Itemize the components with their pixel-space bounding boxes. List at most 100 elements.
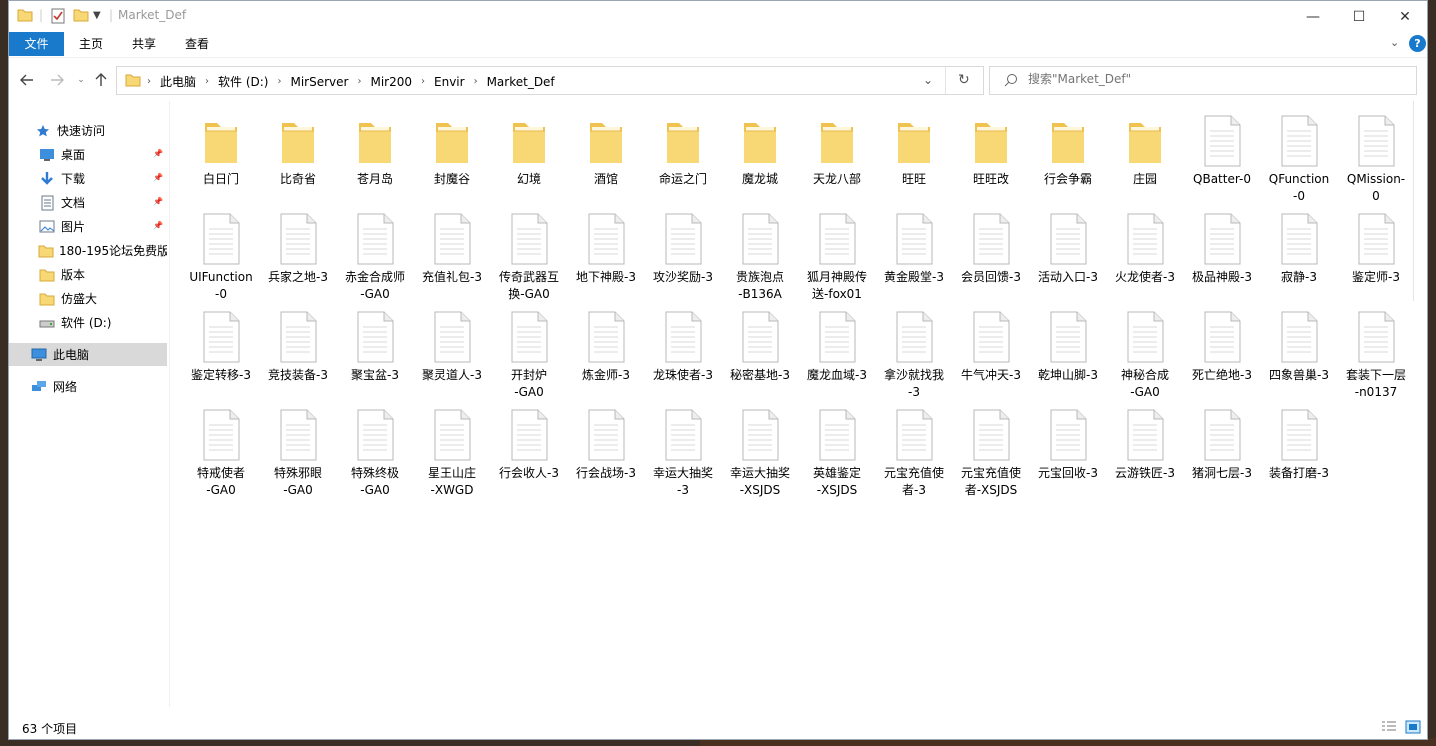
- sidebar-item[interactable]: 网络: [9, 375, 167, 398]
- file-item[interactable]: 赤金合成师 -GA0: [337, 207, 413, 303]
- chevron-right-icon[interactable]: ›: [203, 76, 211, 87]
- file-item[interactable]: 寂静-3: [1261, 207, 1337, 286]
- file-item[interactable]: 贵族泡点 -B136A: [722, 207, 798, 303]
- file-item[interactable]: 猪洞七层-3: [1184, 403, 1260, 482]
- file-item[interactable]: 地下神殿-3: [568, 207, 644, 286]
- minimize-button[interactable]: —: [1290, 1, 1336, 32]
- file-item[interactable]: 四象兽巢-3: [1261, 305, 1337, 384]
- sidebar-item[interactable]: 版本: [9, 263, 167, 286]
- folder-item[interactable]: 天龙八部: [799, 109, 875, 188]
- breadcrumb-item[interactable]: Mir200: [363, 75, 419, 89]
- tab-view[interactable]: 查看: [172, 32, 222, 56]
- folder-item[interactable]: 庄园: [1107, 109, 1183, 188]
- forward-arrow-icon[interactable]: [47, 70, 67, 90]
- file-item[interactable]: 魔龙血域-3: [799, 305, 875, 384]
- chevron-down-icon[interactable]: ⌄: [923, 73, 933, 87]
- file-item[interactable]: 云游铁匠-3: [1107, 403, 1183, 482]
- sidebar-item[interactable]: 180-195论坛免费版: [9, 239, 167, 262]
- file-item[interactable]: QBatter-0: [1184, 109, 1260, 188]
- file-item[interactable]: 幸运大抽奖 -3: [645, 403, 721, 499]
- expand-ribbon-icon[interactable]: ⌄: [1390, 36, 1399, 49]
- details-view-icon[interactable]: [1381, 720, 1397, 737]
- folder-item[interactable]: 魔龙城: [722, 109, 798, 188]
- pin-icon[interactable]: 📌: [153, 221, 163, 230]
- large-icons-view-icon[interactable]: [1405, 720, 1421, 737]
- file-item[interactable]: 炼金师-3: [568, 305, 644, 384]
- file-item[interactable]: 幸运大抽奖 -XSJDS: [722, 403, 798, 499]
- pin-icon[interactable]: 📌: [153, 173, 163, 182]
- file-item[interactable]: 拿沙就找我 -3: [876, 305, 952, 401]
- file-item[interactable]: 攻沙奖励-3: [645, 207, 721, 286]
- sidebar-item[interactable]: 图片 📌: [9, 215, 167, 238]
- file-item[interactable]: 元宝充值使 者-3: [876, 403, 952, 499]
- recent-locations-icon[interactable]: ⌄: [71, 70, 91, 90]
- file-item[interactable]: 狐月神殿传 送-fox01: [799, 207, 875, 303]
- file-item[interactable]: 乾坤山脚-3: [1030, 305, 1106, 384]
- folder-item[interactable]: 比奇省: [260, 109, 336, 188]
- maximize-button[interactable]: ☐: [1336, 1, 1382, 32]
- file-item[interactable]: 聚灵道人-3: [414, 305, 490, 384]
- file-item[interactable]: 火龙使者-3: [1107, 207, 1183, 286]
- file-item[interactable]: 开封炉 -GA0: [491, 305, 567, 401]
- pin-icon[interactable]: 📌: [153, 149, 163, 158]
- chevron-right-icon[interactable]: ›: [275, 76, 283, 87]
- breadcrumb-item[interactable]: Envir: [427, 75, 472, 89]
- sidebar-item[interactable]: 文档 📌: [9, 191, 167, 214]
- address-bar[interactable]: › 此电脑 › 软件 (D:) › MirServer › Mir200 › E…: [116, 66, 984, 95]
- folder-item[interactable]: 封魔谷: [414, 109, 490, 188]
- folder-item[interactable]: 白日门: [183, 109, 259, 188]
- sidebar-item[interactable]: 仿盛大: [9, 287, 167, 310]
- file-item[interactable]: 特殊邪眼 -GA0: [260, 403, 336, 499]
- sidebar-item[interactable]: 软件 (D:): [9, 311, 167, 334]
- chevron-right-icon[interactable]: ›: [472, 76, 480, 87]
- file-item[interactable]: 英雄鉴定 -XSJDS: [799, 403, 875, 499]
- file-item[interactable]: 星王山庄 -XWGD: [414, 403, 490, 499]
- file-item[interactable]: 会员回馈-3: [953, 207, 1029, 286]
- sidebar-item[interactable]: 快速访问: [9, 119, 167, 142]
- new-folder-icon[interactable]: [73, 8, 89, 25]
- sidebar-item[interactable]: 下载 📌: [9, 167, 167, 190]
- refresh-icon[interactable]: ↻: [958, 72, 970, 88]
- file-item[interactable]: 神秘合成 -GA0: [1107, 305, 1183, 401]
- file-item[interactable]: 死亡绝地-3: [1184, 305, 1260, 384]
- file-item[interactable]: 套装下一层 -n0137: [1338, 305, 1414, 401]
- file-item[interactable]: 秘密基地-3: [722, 305, 798, 384]
- breadcrumb-item[interactable]: MirServer: [283, 75, 355, 89]
- file-item[interactable]: 行会收人-3: [491, 403, 567, 482]
- file-item[interactable]: 元宝充值使 者-XSJDS: [953, 403, 1029, 499]
- vertical-scrollbar[interactable]: [1413, 101, 1427, 301]
- tab-file[interactable]: 文件: [9, 32, 64, 56]
- close-button[interactable]: ✕: [1382, 1, 1427, 32]
- folder-item[interactable]: 旺旺改: [953, 109, 1029, 188]
- file-item[interactable]: UIFunction -0: [183, 207, 259, 303]
- tab-share[interactable]: 共享: [119, 32, 169, 56]
- file-item[interactable]: 行会战场-3: [568, 403, 644, 482]
- file-item[interactable]: QMission- 0: [1338, 109, 1414, 205]
- breadcrumb-item[interactable]: Market_Def: [480, 75, 562, 89]
- file-item[interactable]: 鉴定师-3: [1338, 207, 1414, 286]
- file-item[interactable]: 元宝回收-3: [1030, 403, 1106, 482]
- back-arrow-icon[interactable]: [17, 70, 37, 90]
- sidebar-item[interactable]: 此电脑: [9, 343, 167, 366]
- file-item[interactable]: 牛气冲天-3: [953, 305, 1029, 384]
- breadcrumb-item[interactable]: 此电脑: [153, 73, 203, 90]
- file-item[interactable]: 传奇武器互 换-GA0: [491, 207, 567, 303]
- file-item[interactable]: 活动入口-3: [1030, 207, 1106, 286]
- up-arrow-icon[interactable]: [91, 70, 111, 90]
- folder-item[interactable]: 行会争霸: [1030, 109, 1106, 188]
- file-item[interactable]: QFunction -0: [1261, 109, 1337, 205]
- file-item[interactable]: 竞技装备-3: [260, 305, 336, 384]
- file-item[interactable]: 鉴定转移-3: [183, 305, 259, 384]
- tab-home[interactable]: 主页: [66, 32, 116, 56]
- file-item[interactable]: 特殊终极 -GA0: [337, 403, 413, 499]
- folder-item[interactable]: 旺旺: [876, 109, 952, 188]
- chevron-right-icon[interactable]: ›: [355, 76, 363, 87]
- file-item[interactable]: 聚宝盆-3: [337, 305, 413, 384]
- file-item[interactable]: 特戒使者 -GA0: [183, 403, 259, 499]
- help-icon[interactable]: ?: [1409, 35, 1426, 52]
- search-box[interactable]: [989, 66, 1417, 95]
- sidebar-item[interactable]: 桌面 📌: [9, 143, 167, 166]
- folder-item[interactable]: 幻境: [491, 109, 567, 188]
- file-item[interactable]: 极品神殿-3: [1184, 207, 1260, 286]
- file-item[interactable]: 黄金殿堂-3: [876, 207, 952, 286]
